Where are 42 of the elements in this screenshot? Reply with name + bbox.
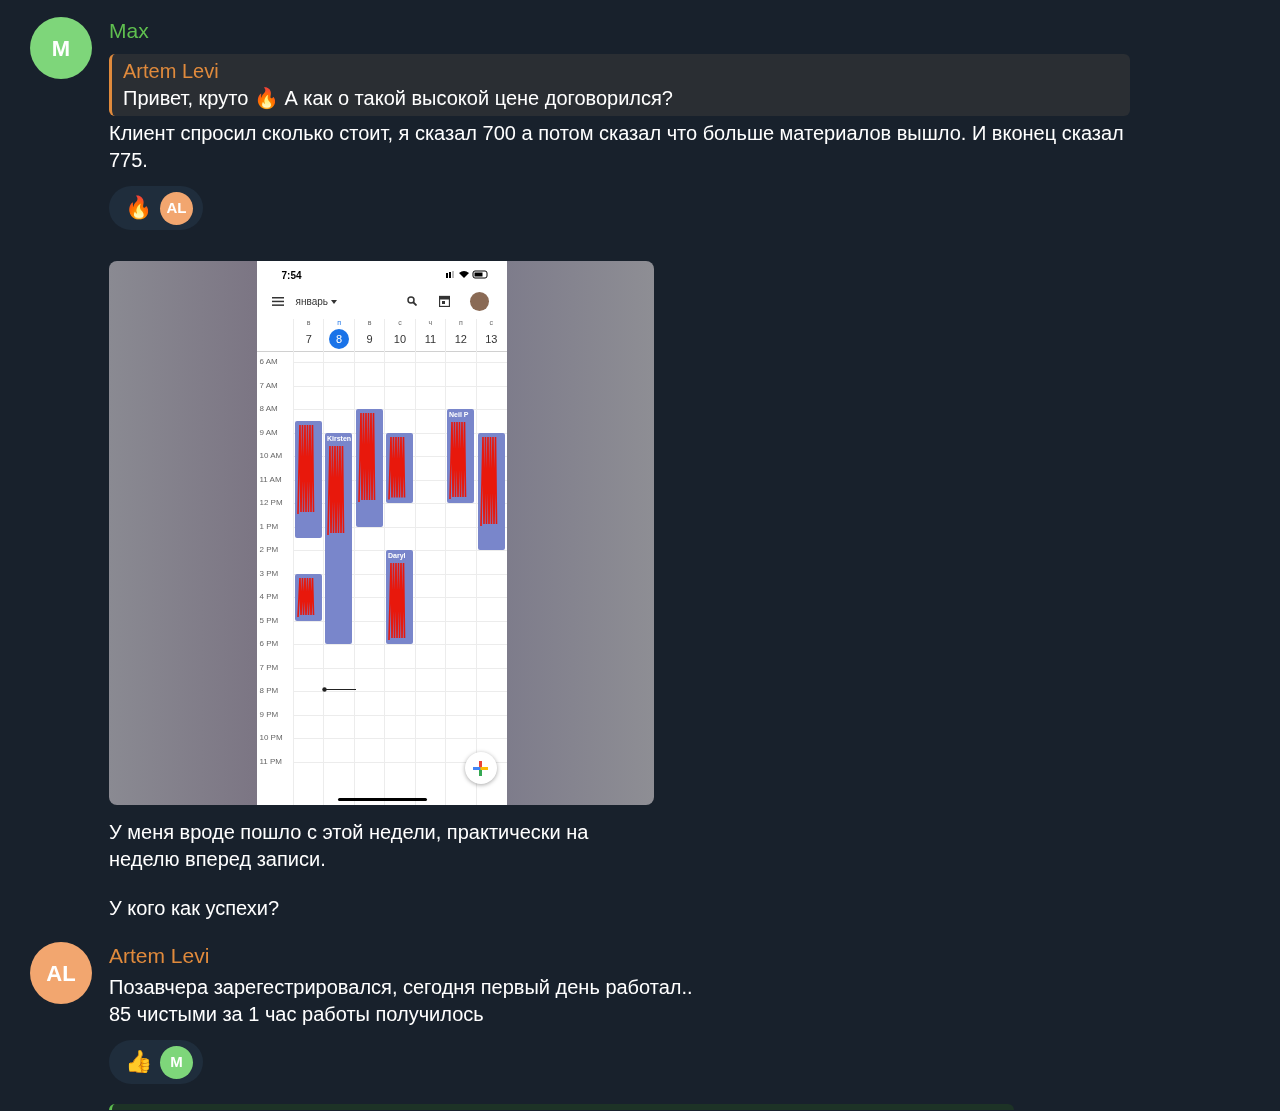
status-time: 7:54 <box>281 269 302 283</box>
month-picker[interactable]: январь <box>295 294 337 309</box>
day-number[interactable]: 10 <box>390 329 410 349</box>
reaction-emoji: 🔥 <box>125 197 152 219</box>
hour-label: 8 AM <box>259 404 278 414</box>
hour-label: 7 AM <box>259 380 278 391</box>
message-text: Позавчера зарегестрировался, сегодня первый день работал.. 85 чистыми за 1 час работы получилось <box>109 975 694 1027</box>
message-text: У кого как успехи? <box>109 896 281 921</box>
hour-label: 10 AM <box>259 451 283 461</box>
hour-label: 11 AM <box>259 474 282 485</box>
hour-label: 4 PM <box>259 592 279 602</box>
reaction-pill[interactable]: 👍 M <box>109 1040 203 1084</box>
hour-label: 5 PM <box>259 615 279 626</box>
sender-name: Artem Levi <box>109 943 211 969</box>
message-text: У меня вроде пошло с этой недели, практически на неделю вперед записи. <box>109 820 590 872</box>
hour-label: 6 PM <box>259 639 279 649</box>
day-number[interactable]: 8 <box>329 329 350 349</box>
message-text: Клиент спросил сколько стоит, я сказал 700 а потом сказал что больше материалов вышло. И вконец сказал 775. <box>109 121 1125 173</box>
day-number[interactable]: 11 <box>420 329 441 349</box>
hour-label: 11 PM <box>259 756 283 767</box>
hour-label: 3 PM <box>259 568 279 579</box>
hour-label: 7 PM <box>259 662 279 673</box>
hour-label: 6 AM <box>259 357 278 367</box>
hour-label: 8 PM <box>259 686 279 696</box>
day-number[interactable]: 7 <box>298 329 319 349</box>
hour-label: 1 PM <box>259 521 279 532</box>
reaction-avatar: M <box>160 1045 193 1079</box>
day-number[interactable]: 9 <box>359 329 380 349</box>
hour-label: 12 PM <box>259 498 283 508</box>
reply-author: Artem Levi <box>123 59 220 84</box>
hour-label: 9 AM <box>259 427 278 438</box>
day-number[interactable]: 13 <box>481 329 502 349</box>
reaction-avatar: AL <box>160 191 193 225</box>
reaction-pill[interactable]: 🔥 AL <box>109 186 203 230</box>
hour-label: 2 PM <box>259 545 279 555</box>
reaction-emoji: 👍 <box>125 1051 152 1073</box>
hour-label: 9 PM <box>259 709 279 720</box>
day-number[interactable]: 12 <box>450 329 471 349</box>
sender-name: Max <box>109 18 150 44</box>
reply-quote[interactable]: Artem Levi Привет, круто 🔥 А как о такой высокой цене договорился? <box>109 54 1130 116</box>
hour-label: 10 PM <box>259 733 283 743</box>
reply-text: Привет, круто 🔥 А как о такой высокой цене договорился? <box>123 86 674 111</box>
